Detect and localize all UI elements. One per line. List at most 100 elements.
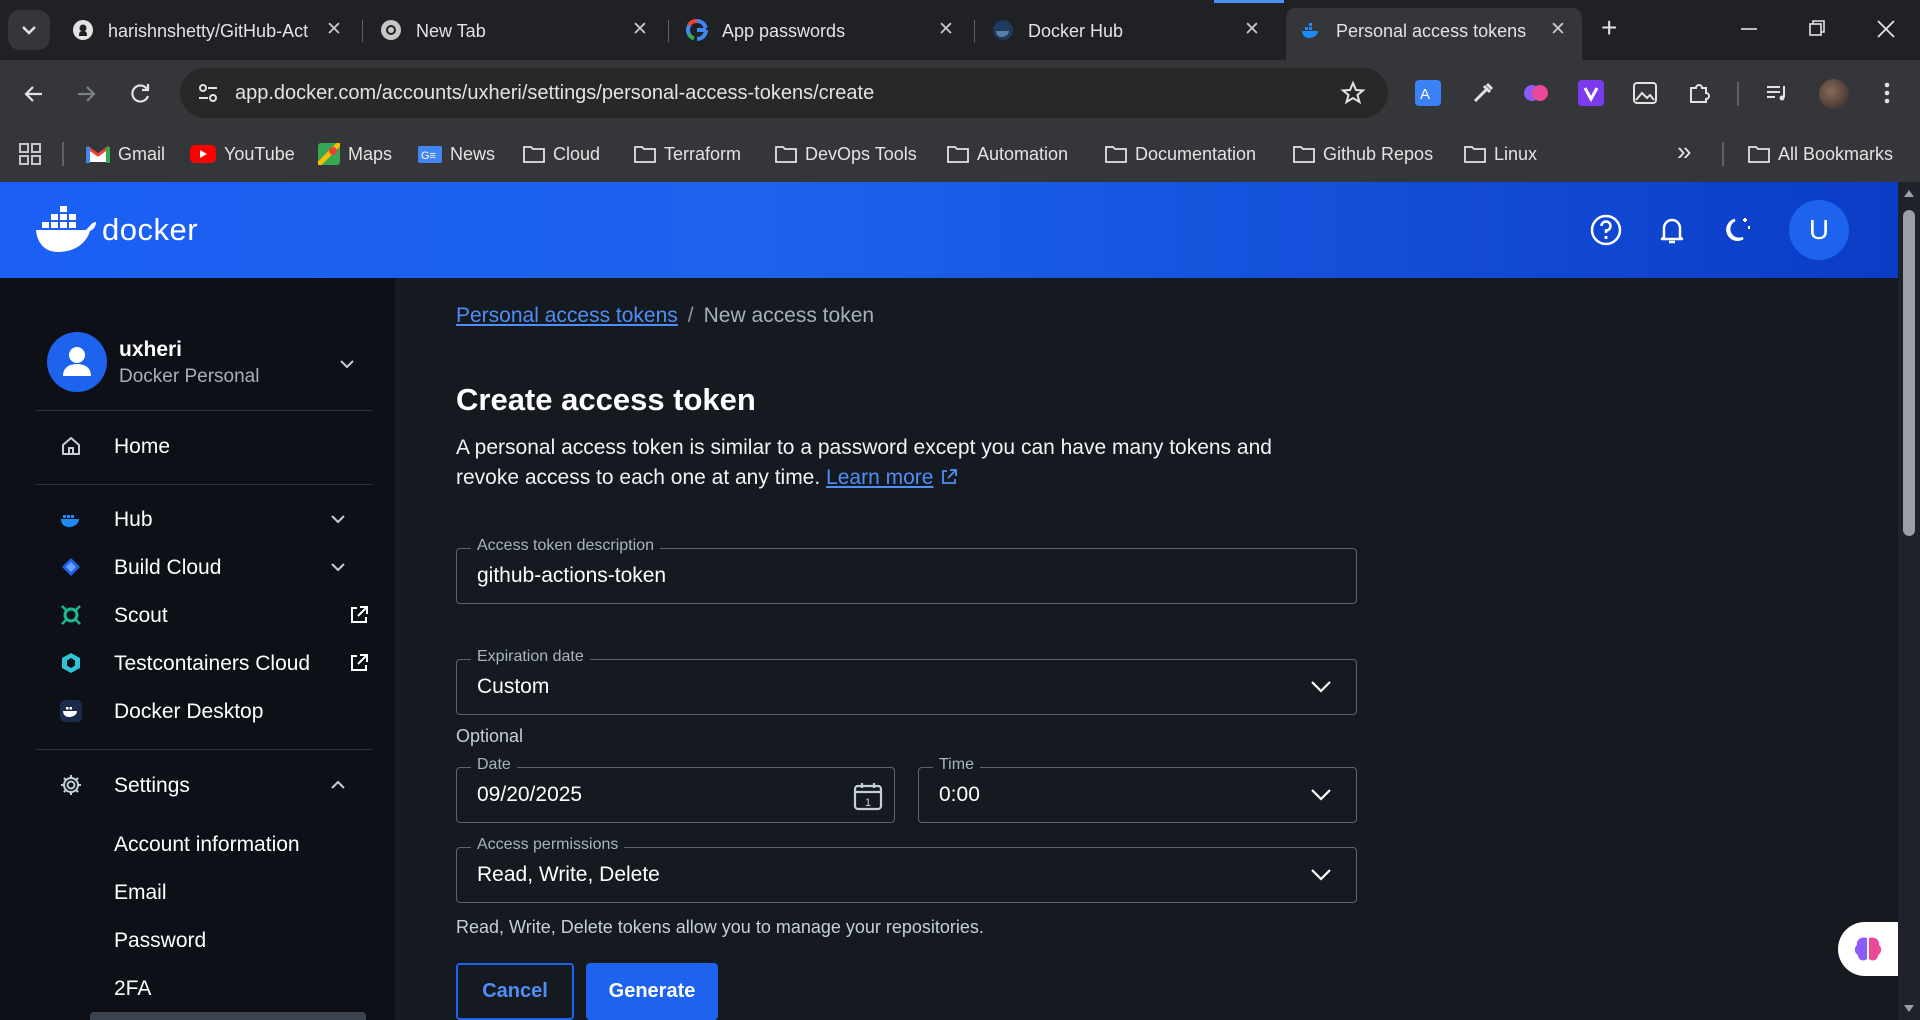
window-close-button[interactable] [1872,14,1900,44]
bookmark-news[interactable]: G≡ News [418,139,495,169]
extensions-puzzle-icon[interactable] [1686,80,1712,106]
account-plan: Docker Personal [119,366,260,387]
browser-tab[interactable]: harishnshetty/GitHub-Act ✕ [58,10,356,50]
reload-icon[interactable] [126,80,154,108]
bookmark-youtube[interactable]: YouTube [190,139,295,169]
generate-button[interactable]: Generate [586,963,718,1020]
tab-title: New Tab [416,21,486,41]
bookmarks-overflow-button[interactable]: » [1677,136,1691,167]
external-link-icon[interactable] [939,467,959,487]
url-text[interactable]: app.docker.com/accounts/uxheri/settings/… [235,82,874,105]
svg-text:G≡: G≡ [421,150,436,162]
sidebar-subitem-2fa[interactable]: 2FA [114,977,151,1001]
time-select[interactable]: Time 0:00 [918,756,1357,823]
bookmark-folder-terraform[interactable]: Terraform [634,139,741,169]
bookmark-folder-cloud[interactable]: Cloud [523,139,600,169]
docker-desktop-icon [60,700,82,722]
user-avatar[interactable]: U [1789,200,1849,260]
bookmark-label: Documentation [1135,143,1257,164]
browser-tab[interactable]: Docker Hub ✕ [978,10,1276,50]
apps-grid-icon[interactable] [18,142,42,166]
bookmark-folder-github-repos[interactable]: Github Repos [1293,139,1433,169]
account-switcher[interactable]: uxheri Docker Personal [35,328,373,400]
date-field[interactable]: Date 09/20/2025 1 [456,756,895,823]
bookmark-maps[interactable]: Maps [318,139,392,169]
scroll-up-arrow-icon[interactable] [1903,188,1915,198]
bookmark-label: Automation [977,143,1069,164]
theme-toggle-icon[interactable] [1719,212,1755,248]
kebab-menu-icon[interactable] [1874,80,1900,106]
image-extension-icon[interactable] [1632,80,1658,106]
minimize-button[interactable] [1736,14,1762,44]
permissions-helper-text: Read, Write, Delete tokens allow you to … [456,917,984,937]
tab-separator [668,20,669,42]
vimeo-extension-icon[interactable] [1578,80,1604,106]
sidebar-item-build-cloud[interactable]: Build Cloud [0,545,395,589]
color-picker-extension-icon[interactable] [1470,80,1496,106]
browser-tab[interactable]: App passwords ✕ [672,10,970,50]
close-icon[interactable]: ✕ [632,20,648,39]
token-description-input[interactable]: github-actions-token [477,564,666,588]
scrollbar-thumb[interactable] [1903,210,1915,536]
sidebar-subitem-email[interactable]: Email [114,881,167,905]
sidebar-item-hub[interactable]: Hub [0,497,395,541]
docker-wordmark[interactable]: docker [102,212,198,248]
sidebar-item-docker-desktop[interactable]: Docker Desktop [0,689,395,733]
site-info-icon[interactable] [196,81,220,105]
sidebar-item-testcontainers-cloud[interactable]: Testcontainers Cloud [0,641,395,685]
translate-extension-icon[interactable]: A [1415,80,1441,106]
all-bookmarks-label: All Bookmarks [1778,143,1894,164]
cancel-button[interactable]: Cancel [456,963,574,1020]
sidebar-item-scout[interactable]: Scout [0,593,395,637]
close-icon[interactable]: ✕ [938,20,954,39]
chevron-down-icon [22,26,36,35]
bookmark-label: News [450,143,496,164]
bookmark-gmail[interactable]: Gmail [86,139,165,169]
profile-avatar[interactable] [1819,79,1849,109]
media-control-icon[interactable] [1764,80,1790,106]
tab-active-indicator [1214,0,1284,3]
scroll-down-arrow-icon[interactable] [1903,1004,1915,1014]
bookmark-folder-automation[interactable]: Automation [947,139,1068,169]
notifications-bell-icon[interactable] [1654,212,1690,248]
help-icon[interactable] [1588,212,1624,248]
close-icon[interactable]: ✕ [326,20,342,39]
address-bar[interactable]: app.docker.com/accounts/uxheri/settings/… [180,68,1388,118]
bookmark-folder-devops-tools[interactable]: DevOps Tools [775,139,917,169]
learn-more-link[interactable]: Learn more [826,466,933,489]
page-scrollbar[interactable] [1898,182,1920,1020]
tab-search-button[interactable] [8,10,50,50]
date-input[interactable]: 09/20/2025 [477,783,582,807]
browser-tab[interactable]: New Tab ✕ [366,10,664,50]
close-icon[interactable]: ✕ [1244,20,1260,39]
browser-tab-active[interactable]: Personal access tokens | D ✕ [1214,0,1582,60]
google-icon [686,19,708,41]
docker-whale-logo-icon[interactable] [34,206,98,254]
forward-icon[interactable] [72,80,100,108]
close-icon[interactable]: ✕ [1550,20,1566,39]
bookmark-folder-linux[interactable]: Linux [1464,139,1537,169]
calendar-icon[interactable]: 1 [852,780,884,812]
access-permissions-select[interactable]: Access permissions Read, Write, Delete [456,836,1357,903]
ai-assistant-button[interactable] [1838,922,1898,976]
all-bookmarks-button[interactable]: All Bookmarks [1748,139,1893,169]
restore-icon [1809,20,1825,36]
bookmark-label: YouTube [224,143,295,164]
field-label: Expiration date [471,648,590,666]
chrome-icon [381,20,401,40]
expiration-date-select[interactable]: Expiration date Custom [456,648,1357,715]
token-description-field[interactable]: Access token description github-actions-… [456,537,1357,604]
sidebar-subitem-password[interactable]: Password [114,929,206,953]
sidebar-subitem-account-information[interactable]: Account information [114,833,300,857]
restore-button[interactable] [1804,14,1830,44]
field-label: Time [933,756,980,774]
bookmark-folder-documentation[interactable]: Documentation [1105,139,1256,169]
breadcrumb-link-personal-access-tokens[interactable]: Personal access tokens [456,304,678,327]
sidebar-item-home[interactable]: Home [0,424,395,468]
back-icon[interactable] [20,80,48,108]
bookmark-star-icon[interactable] [1340,80,1366,106]
sidebar-divider [35,410,373,411]
ai-brain-extension-icon[interactable] [1523,80,1549,106]
new-tab-button[interactable]: + [1601,12,1617,44]
sidebar-item-settings[interactable]: Settings [0,763,395,807]
